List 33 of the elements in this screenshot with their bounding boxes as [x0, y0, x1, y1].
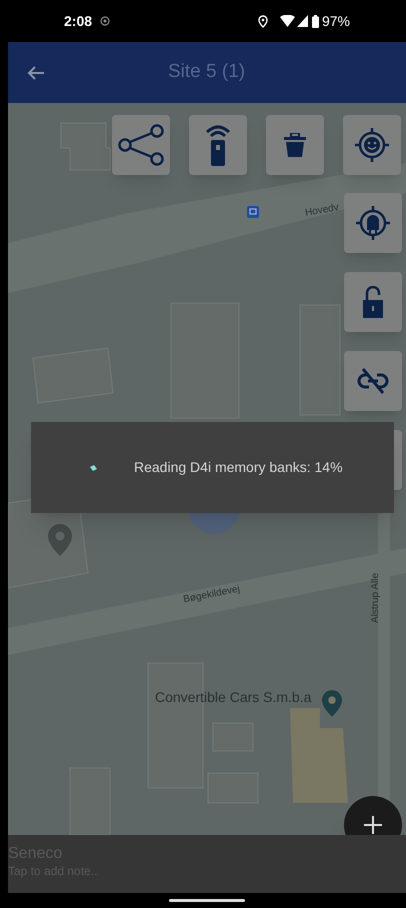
- status-time: 2:08: [64, 12, 92, 30]
- bus-stop-icon: [247, 206, 259, 218]
- map-pin-icon: [48, 524, 72, 556]
- battery-icon: [312, 14, 319, 28]
- unlocked-padlock-icon: [362, 286, 384, 318]
- delete-button[interactable]: [266, 115, 324, 175]
- location-icon: [258, 14, 268, 28]
- street-label: Hovedv: [304, 201, 340, 221]
- target-smiley-icon: [355, 128, 389, 162]
- remote-button[interactable]: [189, 115, 247, 175]
- back-arrow-icon: [27, 64, 45, 80]
- screen-title: Site 5 (1): [168, 60, 246, 84]
- locate-device-button[interactable]: [344, 193, 402, 253]
- street-label: Alstrup Alle: [369, 572, 382, 623]
- target-bulb-icon: [356, 206, 390, 240]
- share-button[interactable]: [112, 115, 170, 175]
- place-label: Convertible Cars S.m.b.a: [155, 688, 312, 707]
- signal-icon: [296, 15, 308, 27]
- building: [70, 768, 110, 835]
- locate-button[interactable]: [343, 115, 401, 175]
- spinner-icon: [90, 464, 97, 470]
- unlink-button[interactable]: [344, 351, 402, 411]
- unlink-icon: [357, 367, 389, 395]
- trash-icon: [284, 133, 306, 157]
- unlock-button[interactable]: [344, 272, 402, 332]
- remote-signal-icon: [205, 124, 231, 166]
- wifi-icon: [280, 15, 295, 27]
- share-icon: [118, 124, 164, 166]
- record-icon: [100, 16, 110, 26]
- battery-percent: 97%: [322, 12, 350, 30]
- map-pin-icon: [322, 690, 342, 717]
- progress-message: Reading D4i memory banks: 14%: [134, 458, 343, 477]
- plus-icon: [364, 816, 382, 834]
